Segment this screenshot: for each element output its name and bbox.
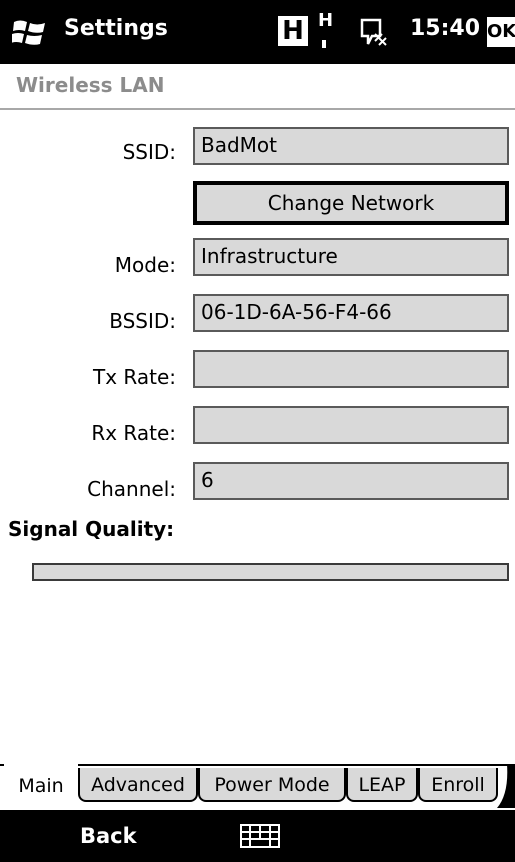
tab-power-mode[interactable]: Power Mode [198,768,346,802]
status-bar: Settings H H 15:40 OK [0,0,515,64]
tab-strip: Main Advanced Power Mode LEAP Enroll [0,764,515,810]
change-network-button[interactable]: Change Network [193,181,509,225]
signal-strength-icon[interactable]: H [318,10,342,54]
bssid-field[interactable]: 06-1D-6A-56-F4-66 [193,294,509,332]
signal-quality-label: Signal Quality: [8,517,175,541]
page-title: Wireless LAN [16,73,165,97]
bssid-label: BSSID: [109,309,176,333]
mode-label: Mode: [114,253,176,277]
clock[interactable]: 15:40 [410,16,480,41]
channel-field[interactable]: 6 [193,462,509,500]
signal-bar-icon [322,40,326,48]
speaker-muted-icon[interactable] [358,16,390,48]
tab-leap[interactable]: LEAP [346,768,418,802]
section-header: Wireless LAN [0,64,515,110]
network-type-icon[interactable]: H [278,16,308,46]
ssid-label: SSID: [122,140,176,164]
tx-rate-label: Tx Rate: [92,365,176,389]
tx-rate-field[interactable] [193,350,509,388]
app-title: Settings [64,16,168,41]
tab-enroll[interactable]: Enroll [418,768,498,802]
channel-label: Channel: [87,477,176,501]
ssid-field[interactable]: BadMot [193,127,509,165]
signal-quality-bar [32,563,509,581]
tab-advanced[interactable]: Advanced [78,768,198,802]
windows-start-icon[interactable] [12,18,46,48]
keyboard-icon[interactable] [240,824,280,848]
ok-button[interactable]: OK [487,17,515,47]
back-button[interactable]: Back [80,824,137,848]
rx-rate-field[interactable] [193,406,509,444]
tab-scroll-edge-icon [497,764,515,808]
tab-main[interactable]: Main [4,764,78,804]
signal-letter: H [318,10,334,31]
rx-rate-label: Rx Rate: [91,421,176,445]
mode-field[interactable]: Infrastructure [193,238,509,276]
softkey-bar: Back [0,810,515,862]
